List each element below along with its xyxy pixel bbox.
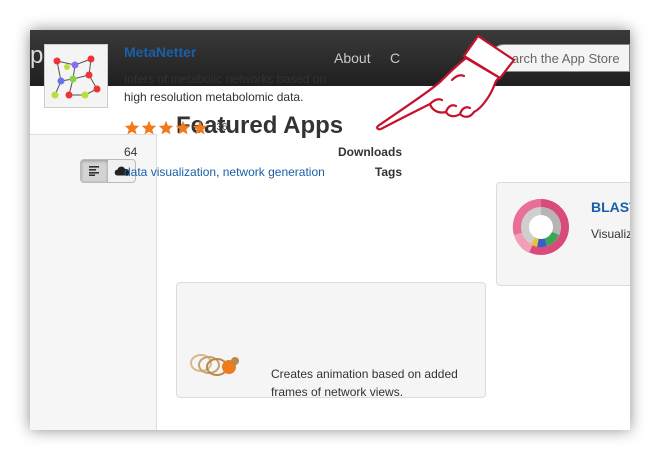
app-description-line-2: high resolution metabolomic data.	[124, 90, 304, 104]
top-nav-bar: p store About C Search the App Store	[30, 30, 630, 86]
app-description-line-1: Infers of metabolic networks based on	[124, 72, 327, 86]
tag-link[interactable]: data visualization	[124, 165, 216, 179]
star-rating: (36)	[124, 120, 231, 135]
star-icon	[124, 120, 140, 135]
star-icon	[192, 120, 208, 135]
tag-separator: ,	[216, 165, 220, 179]
network-icon	[51, 55, 101, 99]
app-card-blast[interactable]: BLAST Visualiz	[496, 182, 630, 286]
blast-thumbnail	[512, 198, 569, 255]
metanetter-thumbnail	[44, 44, 108, 108]
app-name[interactable]: MetaNetter	[124, 44, 196, 60]
app-card-animation[interactable]: Creates animation based on added frames …	[176, 282, 486, 399]
downloads-count: 64	[124, 145, 138, 159]
pointing-hand-icon	[376, 34, 516, 131]
tags-list: data visualization, network generation	[124, 165, 325, 179]
downloads-label: Downloads	[337, 145, 402, 159]
rating-count: (36)	[213, 122, 231, 133]
star-icon	[158, 120, 174, 135]
app-description-line-2: frames of network views.	[271, 385, 404, 399]
star-icon	[175, 120, 191, 135]
app-name[interactable]: BLAST	[591, 199, 630, 215]
tag-link[interactable]: network generation	[223, 165, 325, 179]
nav-about-link[interactable]: About	[334, 50, 371, 66]
star-icon	[141, 120, 157, 135]
list-view-button[interactable]	[81, 160, 108, 182]
list-icon	[88, 166, 99, 176]
browser-viewport: p store About C Search the App Store	[30, 30, 630, 430]
tags-label: Tags	[374, 165, 402, 179]
app-description-line-1: Creates animation based on added	[271, 367, 458, 381]
app-description: Visualiz	[591, 227, 630, 241]
animation-thumbnail	[190, 354, 239, 376]
